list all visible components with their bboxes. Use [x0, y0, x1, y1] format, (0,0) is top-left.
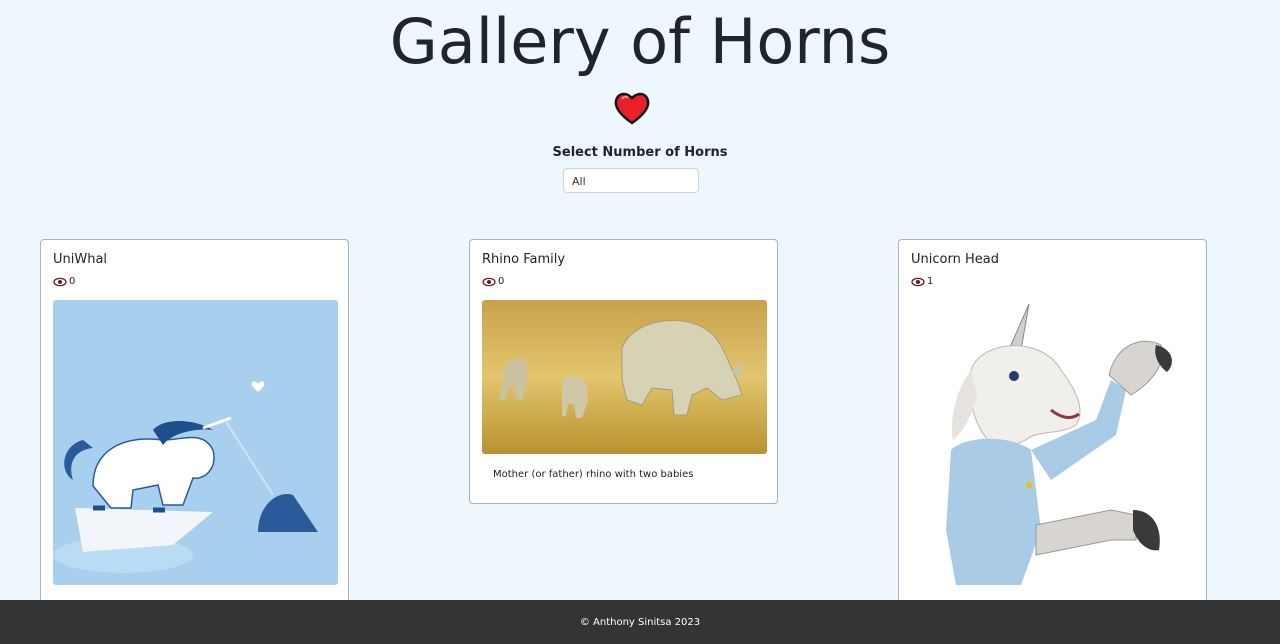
views-value: 0 [498, 276, 505, 287]
card-rhino-family[interactable]: Rhino Family 0 Mother (or father) rhino … [469, 239, 778, 504]
card-title: UniWhal [53, 252, 108, 267]
card-uniwhal[interactable]: UniWhal 0 [40, 239, 349, 609]
eye-icon [53, 277, 67, 286]
views-count: 0 [482, 276, 504, 287]
rhino-image[interactable] [482, 300, 767, 454]
uniwhal-image[interactable] [53, 300, 338, 585]
card-unicorn-head[interactable]: Unicorn Head 1 [898, 239, 1207, 609]
footer: © Anthony Sinitsa 2023 [0, 600, 1280, 644]
card-title: Rhino Family [482, 252, 566, 267]
card-title: Unicorn Head [911, 252, 999, 267]
views-value: 1 [927, 276, 934, 287]
filter-label: Select Number of Horns [552, 145, 728, 160]
eye-icon [482, 277, 496, 286]
card-description: Mother (or father) rhino with two babies [493, 469, 694, 480]
views-count: 1 [911, 276, 933, 287]
horns-select[interactable]: All [563, 168, 699, 193]
heart-icon [614, 92, 650, 125]
unicorn-head-image[interactable] [911, 300, 1196, 585]
views-value: 0 [69, 276, 76, 287]
page-title: Gallery of Horns [389, 5, 891, 78]
views-count: 0 [53, 276, 75, 287]
eye-icon [911, 277, 925, 286]
footer-copyright: © Anthony Sinitsa 2023 [579, 616, 701, 628]
